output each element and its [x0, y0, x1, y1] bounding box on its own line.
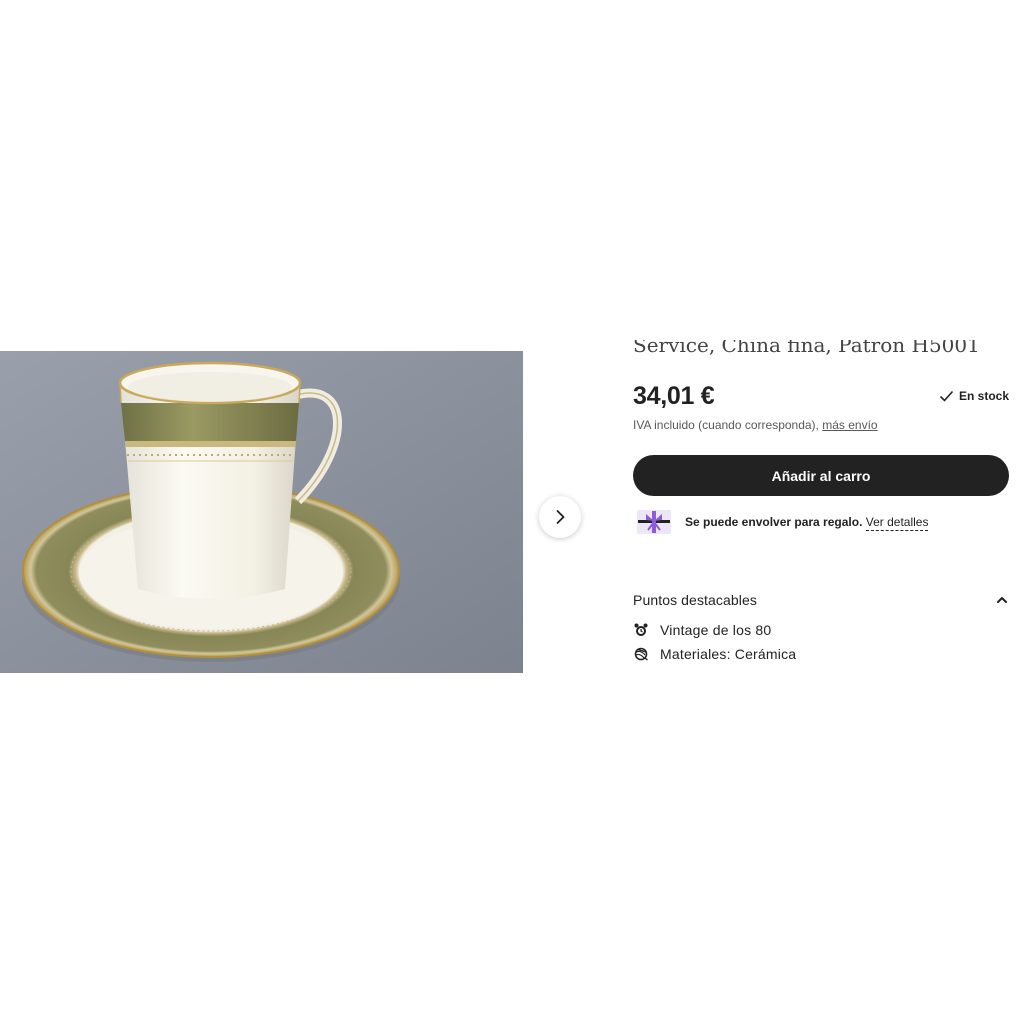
product-price: 34,01 €: [633, 382, 715, 410]
gift-icon: [637, 510, 671, 534]
carousel-next-button[interactable]: [539, 496, 581, 538]
tax-note: IVA incluido (cuando corresponda), más e…: [633, 418, 878, 432]
cup-and-saucer-illustration: [0, 351, 523, 673]
highlights-title: Puntos destacables: [633, 592, 757, 608]
chevron-up-icon: [997, 597, 1007, 603]
product-title-area: Service, China fina, Patrón H5001: [633, 340, 1013, 364]
highlight-item: Vintage de los 80: [634, 622, 771, 638]
tax-note-text: IVA incluido (cuando corresponda),: [633, 418, 819, 432]
gift-details-link[interactable]: Ver detalles: [865, 515, 929, 531]
product-title: Service, China fina, Patrón H5001: [633, 340, 980, 357]
highlight-label: Materiales: Cerámica: [660, 646, 797, 662]
gift-wrap-text: Se puede envolver para regalo.: [685, 515, 863, 529]
highlight-item: Materiales: Cerámica: [634, 646, 796, 662]
gift-wrap-info: Se puede envolver para regalo. Ver detal…: [636, 508, 929, 536]
highlights-toggle[interactable]: Puntos destacables: [633, 589, 1009, 611]
checkmark-icon: [939, 390, 954, 402]
yarn-ball-icon: [634, 647, 648, 661]
product-page: Service, China fina, Patrón H5001 34,01 …: [0, 0, 1024, 1024]
highlight-label: Vintage de los 80: [660, 622, 772, 638]
shipping-link[interactable]: más envío: [822, 418, 877, 432]
stock-label: En stock: [958, 389, 1009, 403]
stock-status: En stock: [939, 389, 1009, 403]
chevron-right-icon: [556, 510, 565, 524]
alarm-clock-icon: [634, 623, 648, 636]
add-to-cart-button[interactable]: Añadir al carro: [633, 455, 1009, 496]
product-image[interactable]: [0, 351, 523, 673]
